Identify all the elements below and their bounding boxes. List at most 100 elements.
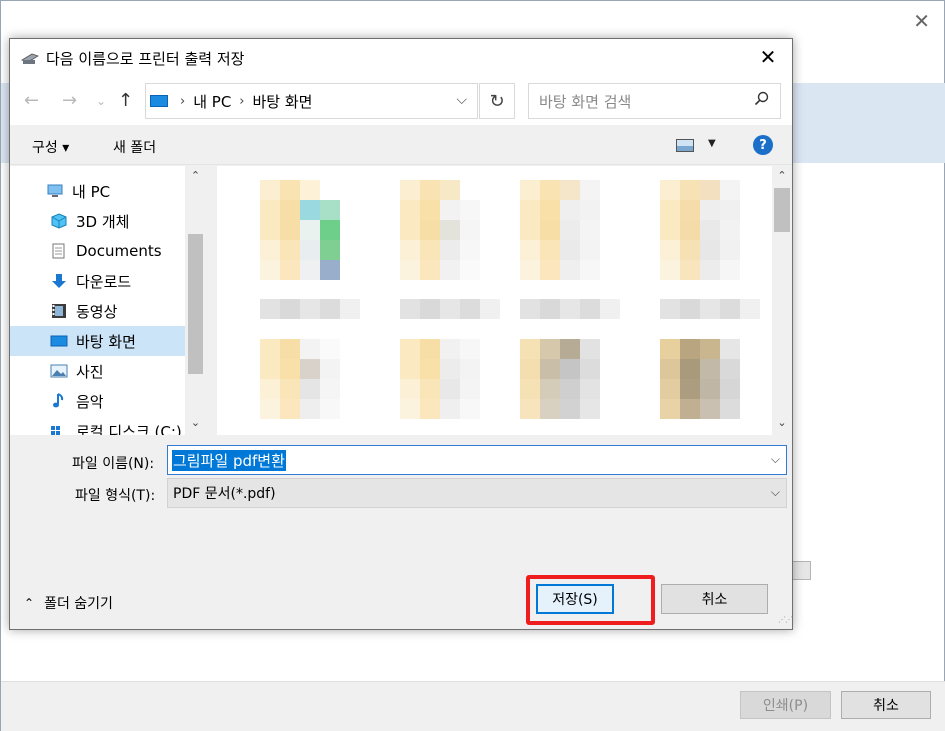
save-button[interactable]: 저장(S) (536, 584, 614, 614)
thumbnail-pixel (420, 240, 440, 260)
filename-value[interactable]: 그림파일 pdf변환 (172, 449, 286, 471)
scrollbar-thumb[interactable] (774, 188, 790, 232)
nav-item-label: Documents (76, 242, 162, 260)
organize-button[interactable]: 구성 ▾ (32, 137, 69, 157)
forward-arrow-icon[interactable]: → (62, 90, 77, 111)
thumbnail-pixel (700, 299, 720, 319)
scroll-up-icon[interactable]: ⌃ (185, 169, 206, 182)
search-icon[interactable] (754, 90, 770, 111)
nav-item-downloads[interactable]: 다운로드 (10, 266, 185, 296)
thumbnail-pixel (460, 399, 480, 419)
scroll-down-icon[interactable]: ⌄ (772, 416, 792, 429)
breadcrumb-chevron-icon[interactable]: › (239, 94, 244, 109)
thumbnail-pixel (300, 299, 320, 319)
refresh-icon[interactable]: ↻ (479, 83, 515, 119)
nav-item-local-disk[interactable]: 로컬 디스크 (C:) (10, 416, 185, 435)
thumbnail-pixel (320, 359, 340, 379)
help-icon[interactable]: ? (753, 135, 773, 155)
thumbnail-pixel (440, 299, 460, 319)
address-dropdown-icon[interactable]: ⌵ (456, 92, 467, 108)
address-bar[interactable]: › 내 PC › 바탕 화면 ⌵ (145, 83, 478, 119)
back-arrow-icon[interactable]: ← (24, 90, 39, 111)
thumbnail-pixel (320, 240, 340, 260)
breadcrumb-item[interactable]: 바탕 화면 (253, 91, 313, 112)
thumbnail-pixel (280, 180, 300, 200)
thumbnail-pixel (440, 260, 460, 280)
thumbnail-pixel (260, 180, 280, 200)
thumbnail-pixel (680, 240, 700, 260)
background-close-icon[interactable]: ✕ (913, 9, 930, 33)
nav-item-videos[interactable]: 동영상 (10, 296, 185, 326)
thumbnail-pixel (660, 359, 680, 379)
thumbnail-pixel (660, 260, 680, 280)
thumbnail-pixel (720, 359, 740, 379)
nav-item-documents[interactable]: Documents (10, 236, 185, 266)
thumbnail-pixel (400, 220, 420, 240)
thumbnail-pixel (520, 339, 540, 359)
thumbnail-pixel (340, 299, 360, 319)
scroll-up-icon[interactable]: ⌃ (772, 169, 792, 182)
chevron-down-icon[interactable]: ⌵ (771, 452, 780, 467)
thumbnail-pixel (720, 180, 740, 200)
thumbnail-pixel (440, 339, 460, 359)
search-input[interactable]: 바탕 화면 검색 (528, 83, 781, 119)
3d-objects-icon (50, 213, 68, 229)
view-options-icon[interactable] (676, 139, 694, 152)
file-list-scrollbar[interactable]: ⌃ ⌄ (772, 166, 792, 435)
navigation-scrollbar[interactable]: ⌃ ⌄ (185, 166, 206, 435)
chevron-down-icon[interactable]: ⌵ (771, 485, 780, 500)
nav-item-3d-objects[interactable]: 3D 개체 (10, 206, 185, 236)
close-icon[interactable]: ✕ (756, 45, 780, 69)
file-list-pane (217, 166, 772, 435)
thumbnail-pixel (460, 200, 480, 220)
thumbnail-pixel (580, 359, 600, 379)
recent-locations-chevron-icon[interactable]: ⌄ (96, 94, 106, 108)
nav-item-music[interactable]: 음악 (10, 386, 185, 416)
resize-grip-icon[interactable]: ⋰⋰ (778, 615, 793, 627)
breadcrumb-chevron-icon[interactable]: › (180, 94, 185, 109)
thumbnail-pixel (560, 399, 580, 419)
video-icon (50, 303, 68, 319)
thumbnail-pixel (460, 220, 480, 240)
thumbnail-pixel (540, 240, 560, 260)
thumbnail-pixel (660, 240, 680, 260)
thumbnail-pixel (300, 220, 320, 240)
thumbnail-pixel (520, 399, 540, 419)
thumbnail-pixel (560, 180, 580, 200)
breadcrumb-item[interactable]: 내 PC (193, 91, 231, 112)
nav-item-label: 다운로드 (76, 272, 132, 291)
thumbnail-pixel (720, 379, 740, 399)
thumbnail-pixel (700, 260, 720, 280)
thumbnail-pixel (400, 339, 420, 359)
caret-down-icon[interactable]: ▼ (708, 138, 716, 149)
save-dialog: 다음 이름으로 프린터 출력 저장 ✕ ← → ⌄ ↑ › 내 PC › 바탕 … (9, 38, 793, 630)
search-placeholder: 바탕 화면 검색 (539, 92, 632, 111)
scrollbar-thumb[interactable] (188, 234, 203, 374)
thumbnail-pixel (260, 339, 280, 359)
thumbnail-pixel (300, 399, 320, 419)
thumbnail-pixel (320, 379, 340, 399)
thumbnail-pixel (320, 260, 340, 280)
thumbnail-pixel (260, 359, 280, 379)
filename-input[interactable]: 그림파일 pdf변환 ⌵ (167, 445, 787, 475)
cancel-button[interactable]: 취소 (661, 584, 768, 614)
print-button[interactable]: 인쇄(P) (740, 691, 831, 719)
hide-folders-button[interactable]: ⌃ 폴더 숨기기 (24, 593, 113, 613)
background-cancel-button[interactable]: 취소 (841, 691, 931, 719)
nav-item-this-pc[interactable]: 내 PC (10, 176, 185, 206)
thumbnail-pixel (600, 299, 620, 319)
thumbnail-pixel (280, 339, 300, 359)
thumbnail-pixel (700, 200, 720, 220)
nav-item-desktop[interactable]: 바탕 화면 (10, 326, 185, 356)
thumbnail-pixel (680, 299, 700, 319)
new-folder-button[interactable]: 새 폴더 (113, 137, 156, 157)
thumbnail-pixel (540, 379, 560, 399)
filetype-select[interactable]: PDF 문서(*.pdf) ⌵ (167, 478, 787, 508)
thumbnail-pixel (560, 359, 580, 379)
up-arrow-icon[interactable]: ↑ (118, 90, 133, 111)
scroll-down-icon[interactable]: ⌄ (185, 416, 206, 429)
thumbnail-pixel (580, 220, 600, 240)
nav-item-pictures[interactable]: 사진 (10, 356, 185, 386)
thumbnail-pixel (420, 260, 440, 280)
thumbnail-pixel (280, 260, 300, 280)
